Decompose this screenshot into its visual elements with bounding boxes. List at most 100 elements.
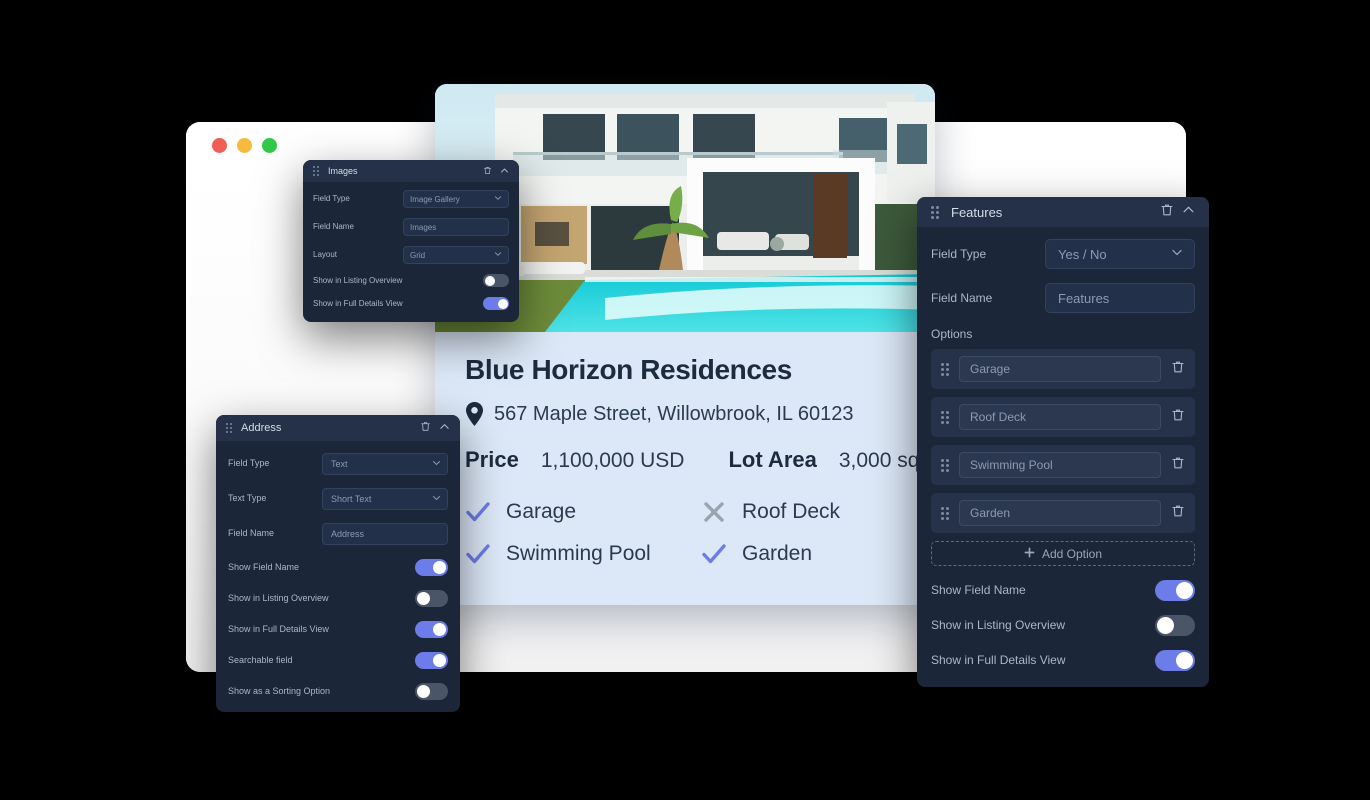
features-field-name-input[interactable]: Features [1045,283,1195,313]
chevron-down-icon [432,459,441,470]
feature-label: Garden [742,542,813,566]
chevron-up-icon[interactable] [500,162,509,180]
features-field-type-label: Field Type [931,246,987,261]
images-field-type-label: Field Type [313,194,350,203]
features-show-listing-overview-row: Show in Listing Overview [931,615,1195,636]
address-sorting-option-label: Show as a Sorting Option [228,685,331,696]
address-field-panel: Address Field Type Text Text Type Short … [216,415,460,712]
images-field-type-row: Field Type Image Gallery [313,190,509,208]
drag-handle-icon[interactable] [931,205,939,219]
drag-handle-icon[interactable] [941,506,949,520]
features-show-full-details-toggle[interactable] [1155,650,1195,671]
images-show-listing-overview-row: Show in Listing Overview [313,274,509,287]
minimize-window-button[interactable] [237,137,252,153]
features-show-full-details-row: Show in Full Details View [931,650,1195,671]
drag-handle-icon[interactable] [941,362,949,376]
drag-handle-icon[interactable] [313,166,319,176]
address-show-listing-overview-label: Show in Listing Overview [228,592,329,603]
features-show-field-name-toggle[interactable] [1155,580,1195,601]
address-show-full-details-row: Show in Full Details View [228,621,448,638]
add-option-button[interactable]: Add Option [931,541,1195,566]
chevron-down-icon [1171,247,1183,262]
feature-label: Swimming Pool [506,542,651,566]
address-field-name-label: Field Name [228,528,275,539]
drag-handle-icon[interactable] [226,423,232,433]
address-sorting-option-row: Show as a Sorting Option [228,683,448,700]
images-field-name-value: Images [410,222,437,232]
images-show-full-details-toggle[interactable] [483,297,509,310]
address-show-listing-overview-toggle[interactable] [415,590,448,607]
address-field-type-value: Text [331,459,348,469]
plus-icon [1024,547,1035,561]
address-field-type-select[interactable]: Text [322,453,448,475]
features-show-listing-overview-label: Show in Listing Overview [931,618,1066,632]
feature-label: Garage [506,500,577,524]
address-field-type-row: Field Type Text [228,453,448,475]
images-field-name-row: Field Name Images [313,218,509,236]
option-input[interactable]: Garage [959,356,1161,382]
address-searchable-label: Searchable field [228,654,293,665]
features-show-full-details-label: Show in Full Details View [931,653,1066,667]
address-field-name-row: Field Name Address [228,523,448,545]
trash-icon[interactable] [420,419,431,437]
address-show-full-details-toggle[interactable] [415,621,448,638]
check-icon [465,541,491,567]
address-sorting-option-toggle[interactable] [415,683,448,700]
chevron-down-icon [432,494,441,505]
images-layout-select[interactable]: Grid [403,246,509,264]
cross-icon [701,499,727,525]
screenshot-stage: Blue Horizon Residences 567 Maple Street… [0,0,1370,800]
chevron-up-icon[interactable] [1182,203,1195,221]
features-field-name-row: Field Name Features [931,283,1195,313]
address-show-listing-overview-row: Show in Listing Overview [228,590,448,607]
address-text-type-value: Short Text [331,494,372,504]
address-searchable-row: Searchable field [228,652,448,669]
option-row: Garage [931,349,1195,389]
address-searchable-toggle[interactable] [415,652,448,669]
lot-area-label: Lot Area [728,447,817,473]
page-title: Blue Horizon Residences [465,354,792,385]
drag-handle-icon[interactable] [941,410,949,424]
option-row: Garden [931,493,1195,533]
address-panel-header[interactable]: Address [216,415,460,441]
option-row: Swimming Pool [931,445,1195,485]
address-field-name-input[interactable]: Address [322,523,448,545]
trash-icon[interactable] [1160,203,1174,222]
features-show-field-name-label: Show Field Name [931,583,1026,597]
trash-icon[interactable] [483,162,492,180]
features-show-listing-overview-toggle[interactable] [1155,615,1195,636]
features-field-type-row: Field Type Yes / No [931,239,1195,269]
address-text-type-select[interactable]: Short Text [322,488,448,510]
features-field-type-select[interactable]: Yes / No [1045,239,1195,269]
listing-features: Garage Roof Deck Swimming Pool Garden [465,499,905,567]
features-show-field-name-row: Show Field Name [931,580,1195,601]
trash-icon[interactable] [1171,360,1185,379]
images-show-listing-overview-toggle[interactable] [483,274,509,287]
address-show-field-name-label: Show Field Name [228,561,300,572]
listing-address-row: 567 Maple Street, Willowbrook, IL 60123 [465,402,905,427]
images-panel-header[interactable]: Images [303,160,519,182]
images-field-name-label: Field Name [313,222,354,231]
check-icon [701,541,727,567]
trash-icon[interactable] [1171,504,1185,523]
trash-icon[interactable] [1171,408,1185,427]
drag-handle-icon[interactable] [941,458,949,472]
maximize-window-button[interactable] [262,137,277,153]
images-field-type-select[interactable]: Image Gallery [403,190,509,208]
features-field-name-value: Features [1058,290,1110,306]
listing-stats: Price 1,100,000 USD Lot Area 3,000 sqft [465,447,931,473]
images-field-name-input[interactable]: Images [403,218,509,236]
features-panel-header[interactable]: Features [917,197,1209,227]
option-input[interactable]: Garden [959,500,1161,526]
trash-icon[interactable] [1171,456,1185,475]
option-input[interactable]: Swimming Pool [959,452,1161,478]
close-window-button[interactable] [212,137,227,153]
option-input[interactable]: Roof Deck [959,404,1161,430]
chevron-up-icon[interactable] [439,419,450,437]
features-panel-title: Features [951,204,1003,220]
address-panel-title: Address [241,422,282,434]
images-layout-row: Layout Grid [313,246,509,264]
check-icon [465,499,491,525]
images-show-full-details-row: Show in Full Details View [313,297,509,310]
address-show-field-name-toggle[interactable] [415,559,448,576]
